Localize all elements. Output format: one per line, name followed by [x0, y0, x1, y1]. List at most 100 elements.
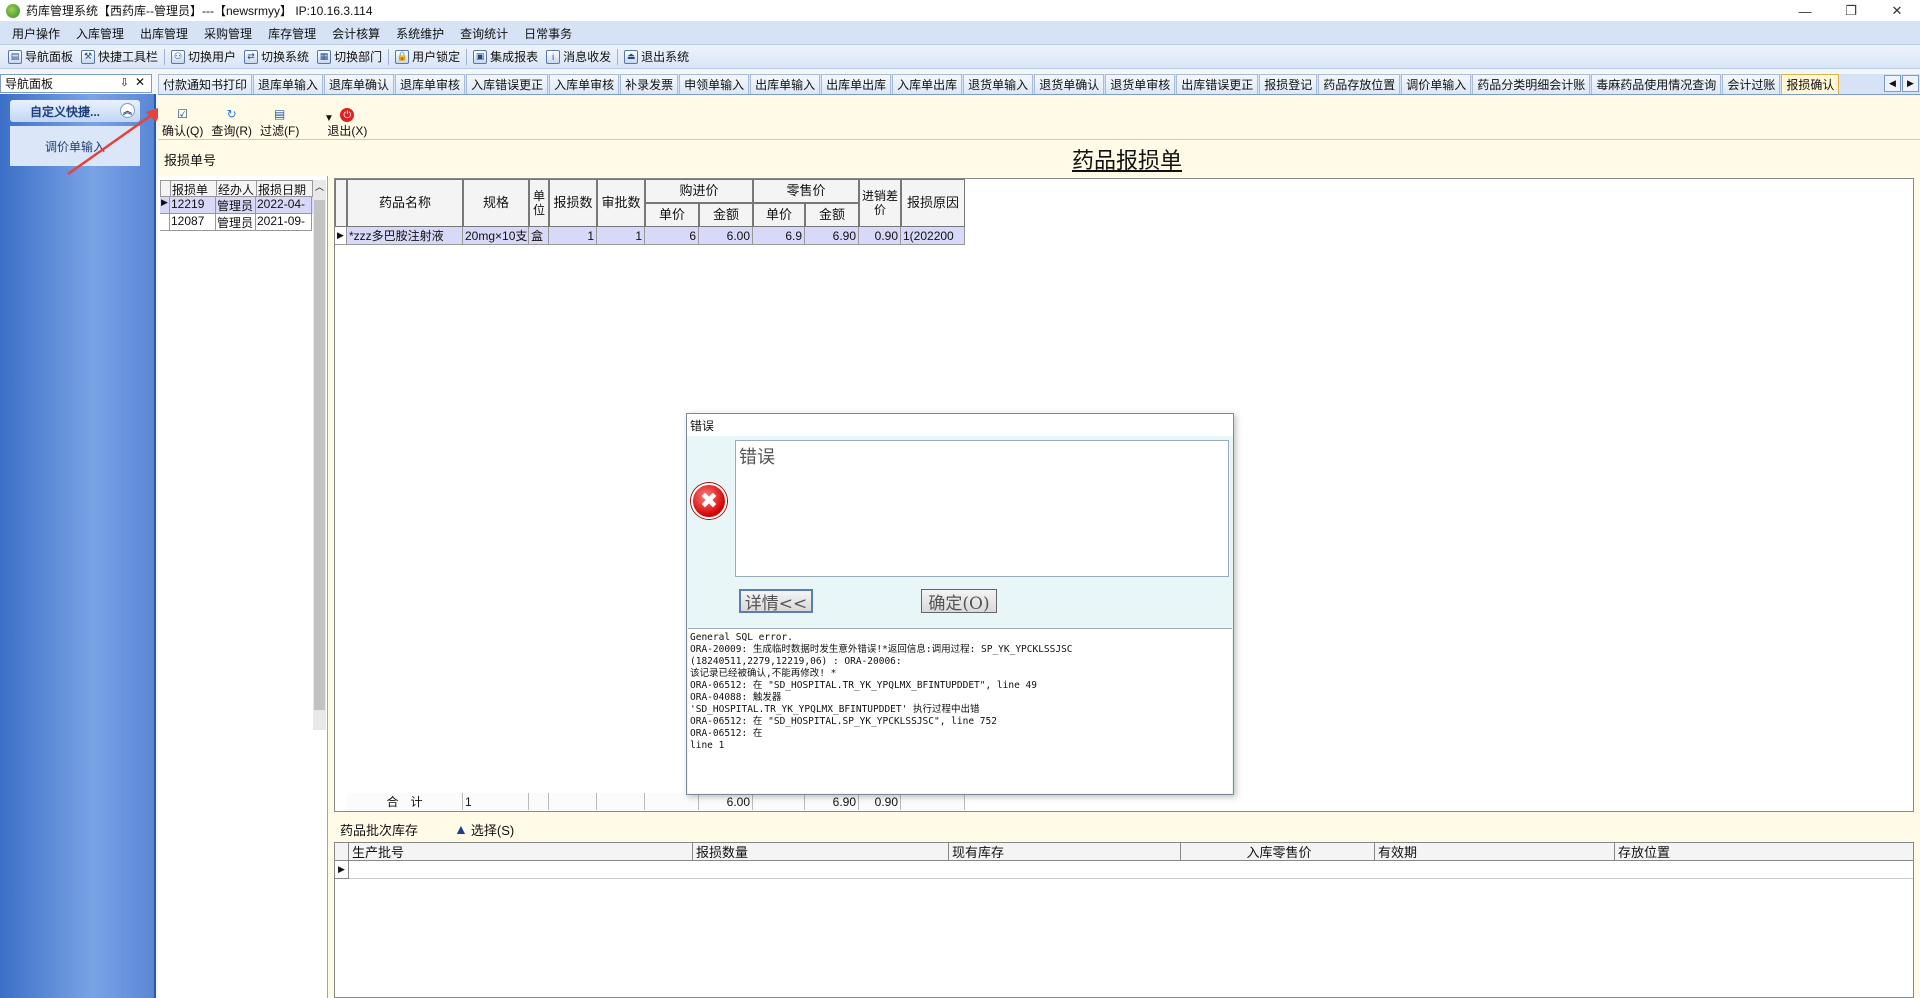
cell-approved[interactable]: 1: [597, 227, 645, 245]
toolbar-separator: [466, 48, 468, 65]
nav-close-icon[interactable]: ✕: [135, 75, 145, 89]
menu-accounting[interactable]: 会计核算: [324, 25, 388, 42]
tab-scroll-left-icon[interactable]: ◀: [1884, 75, 1901, 92]
query-label: 查询(R): [211, 124, 252, 138]
query-button[interactable]: ↻ 查询(R): [211, 106, 252, 139]
damage-no-label: 报损单号: [158, 142, 328, 176]
toolbar-switch-user[interactable]: ⚇ 切换用户: [167, 48, 240, 65]
menu-user-ops[interactable]: 用户操作: [4, 25, 68, 42]
grid-indicator-header: [335, 179, 347, 227]
cell-retail-unit[interactable]: 6.9: [753, 227, 805, 245]
batch-stock-grid: 生产批号 报损数量 现有库存 入库零售价 有效期 存放位置 ▶: [334, 842, 1914, 998]
tab-invoice-entry[interactable]: 补录发票: [620, 74, 679, 94]
cell-reason[interactable]: 1(202200: [901, 227, 965, 245]
switch-system-icon: ⇄: [244, 49, 259, 64]
tab-return-audit[interactable]: 退库单审核: [395, 74, 466, 94]
col-header-current-stock: 现有库存: [949, 843, 1181, 861]
tab-posting[interactable]: 会计过账: [1722, 74, 1781, 94]
col-header-spec: 规格: [463, 179, 529, 227]
col-header-inbound-retail: 入库零售价: [1181, 843, 1375, 861]
scroll-up-icon[interactable]: ︿: [315, 180, 324, 193]
row-pointer-icon: ▶: [335, 227, 347, 245]
row-pointer-icon: ▶: [335, 861, 349, 879]
col-header-purchase-amount: 金额: [699, 203, 753, 227]
tab-inbound-correction[interactable]: 入库错误更正: [466, 74, 549, 94]
details-button[interactable]: 详情<<: [739, 589, 813, 614]
cell-unit[interactable]: 盒: [529, 227, 549, 245]
cell-purchase-unit[interactable]: 6: [645, 227, 699, 245]
tab-inbound-audit[interactable]: 入库单审核: [549, 74, 620, 94]
col-header-expiry: 有效期: [1375, 843, 1615, 861]
menu-query[interactable]: 查询统计: [452, 25, 516, 42]
toolbar-messages[interactable]: i 消息收发: [542, 48, 615, 65]
confirm-button[interactable]: ☑ 确认(Q): [162, 106, 203, 139]
toolbar-separator: [617, 48, 619, 65]
col-header-damage-qty: 报损数量: [693, 843, 949, 861]
tab-return-input[interactable]: 退库单输入: [253, 74, 324, 94]
toolbar-reports[interactable]: ▣ 集成报表: [469, 48, 542, 65]
tab-category-ledger[interactable]: 药品分类明细会计账: [1472, 74, 1591, 94]
table-row[interactable]: [349, 861, 1913, 879]
toolbar-switch-dept[interactable]: ▦ 切换部门: [313, 48, 386, 65]
tab-scroll-right-icon[interactable]: ▶: [1902, 75, 1919, 92]
scrollbar-thumb[interactable]: [314, 200, 325, 710]
table-row[interactable]: ▶ 12219 管理员 2022-04-: [160, 197, 326, 214]
cell-damage-no: 12087: [170, 214, 216, 231]
select-button[interactable]: ▲ 选择(S): [454, 820, 514, 839]
tab-goods-return-audit[interactable]: 退货单审核: [1105, 74, 1176, 94]
tab-drug-location[interactable]: 药品存放位置: [1318, 74, 1401, 94]
tab-outbound-correction[interactable]: 出库错误更正: [1176, 74, 1259, 94]
error-detail-text[interactable]: General SQL error. ORA-20009: 生成临时数据时发生意…: [688, 628, 1232, 793]
cell-qty[interactable]: 1: [549, 227, 597, 245]
tab-requisition-input[interactable]: 申领单输入: [679, 74, 750, 94]
minimize-button[interactable]: —: [1782, 0, 1828, 22]
left-pane: [158, 142, 328, 998]
menu-system[interactable]: 系统维护: [388, 25, 452, 42]
toolbar-switch-system[interactable]: ⇄ 切换系统: [240, 48, 313, 65]
table-row[interactable]: 12087 管理员 2021-09-: [160, 214, 326, 231]
toolbar-user-lock[interactable]: 🔒 用户锁定: [391, 48, 464, 65]
tab-outbound-input[interactable]: 出库单输入: [750, 74, 821, 94]
tab-damage-confirm[interactable]: 报损确认: [1781, 74, 1840, 94]
cell-diff[interactable]: 0.90: [859, 227, 901, 245]
tab-goods-return-confirm[interactable]: 退货单确认: [1034, 74, 1105, 94]
total-empty: [645, 793, 699, 810]
filter-button[interactable]: ▤ 过滤(F): [260, 106, 299, 139]
power-icon: ⏻: [340, 108, 355, 122]
close-window-button[interactable]: ✕: [1874, 0, 1920, 22]
cell-spec[interactable]: 20mg×10支: [463, 227, 529, 245]
tab-payment-notice-print[interactable]: 付款通知书打印: [158, 74, 253, 94]
cell-purchase-amount[interactable]: 6.00: [699, 227, 753, 245]
cell-retail-amount[interactable]: 6.90: [805, 227, 859, 245]
menu-outbound[interactable]: 出库管理: [132, 25, 196, 42]
toolbar-quick-tools[interactable]: ⚒ 快捷工具栏: [77, 48, 162, 65]
col-header-retail-price: 零售价: [753, 179, 859, 203]
menu-purchase[interactable]: 采购管理: [196, 25, 260, 42]
tab-damage-register[interactable]: 报损登记: [1259, 74, 1318, 94]
tab-inbound-out[interactable]: 入库单出库: [892, 74, 963, 94]
menu-inventory[interactable]: 库存管理: [260, 25, 324, 42]
restore-button[interactable]: ❐: [1828, 0, 1874, 22]
cell-damage-no: 12219: [170, 197, 216, 214]
left-scrollbar[interactable]: ︿: [313, 180, 326, 730]
filter-dropdown-icon[interactable]: ▼: [324, 113, 334, 124]
col-header-damage-no: 报损单: [171, 181, 217, 197]
pin-icon[interactable]: ⇩: [120, 76, 129, 89]
total-retail-amount: 6.90: [805, 793, 859, 810]
menu-bar: 用户操作 入库管理 出库管理 采购管理 库存管理 会计核算 系统维护 查询统计 …: [0, 22, 1920, 45]
tab-price-adjust-input[interactable]: 调价单输入: [1401, 74, 1472, 94]
toolbar-exit-system[interactable]: ⏏ 退出系统: [620, 48, 693, 65]
row-pointer-icon: ▶: [160, 197, 170, 214]
menu-daily[interactable]: 日常事务: [516, 25, 580, 42]
toolbar-nav-panel[interactable]: ▤ 导航面板: [4, 48, 77, 65]
tab-goods-return-input[interactable]: 退货单输入: [963, 74, 1034, 94]
cell-drug-name[interactable]: *zzz多巴胺注射液: [347, 227, 463, 245]
tab-outbound-out[interactable]: 出库单出库: [821, 74, 892, 94]
tab-return-confirm[interactable]: 退库单确认: [324, 74, 395, 94]
menu-inbound[interactable]: 入库管理: [68, 25, 132, 42]
tab-narcotics-query[interactable]: 毒麻药品使用情况查询: [1591, 74, 1722, 94]
error-message: 错误: [735, 440, 1229, 577]
quick-tools-icon: ⚒: [81, 49, 96, 64]
total-empty: [529, 793, 549, 810]
ok-button[interactable]: 确定(O): [921, 589, 997, 614]
